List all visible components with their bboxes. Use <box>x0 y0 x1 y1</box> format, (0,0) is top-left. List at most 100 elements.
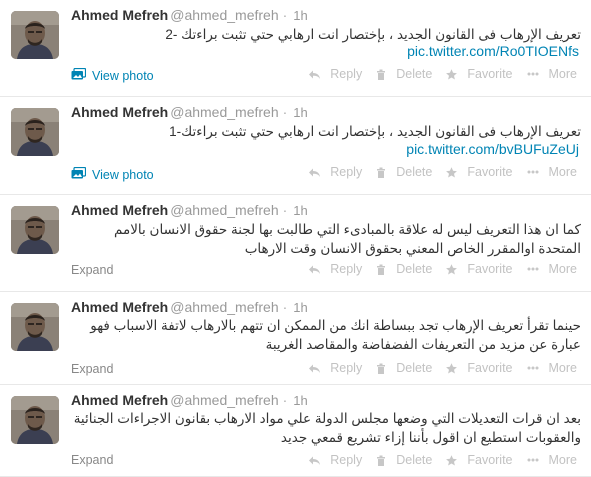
more-icon <box>527 170 544 174</box>
username[interactable]: @ahmed_mefreh <box>170 7 278 23</box>
timestamp[interactable]: 1h <box>293 300 307 315</box>
reply-label: Reply <box>330 165 363 179</box>
view-photo-label: View photo <box>92 68 154 83</box>
timestamp[interactable]: 1h <box>293 203 307 218</box>
expand-link[interactable]: Expand <box>71 263 113 277</box>
favorite-icon <box>446 68 462 80</box>
avatar[interactable] <box>11 11 59 59</box>
tweet[interactable]: Ahmed Mefreh @ahmed_mefreh · 1h تعريف الإرها… <box>0 0 591 97</box>
reply-button[interactable]: Reply <box>309 453 362 467</box>
tweet[interactable]: Ahmed Mefreh @ahmed_mefreh · 1h حينما تقرأ ت… <box>0 292 591 385</box>
reply-button[interactable]: Reply <box>309 262 362 276</box>
reply-label: Reply <box>330 361 363 375</box>
favorite-button[interactable]: Favorite <box>446 165 513 179</box>
timestamp[interactable]: 1h <box>293 105 307 120</box>
username[interactable]: @ahmed_mefreh <box>170 392 278 408</box>
more-button[interactable]: More <box>527 262 577 276</box>
reply-icon <box>309 168 325 177</box>
tweet[interactable]: Ahmed Mefreh @ahmed_mefreh · 1h بعد ان قرات … <box>0 385 591 477</box>
favorite-label: Favorite <box>467 67 513 81</box>
username[interactable]: @ahmed_mefreh <box>170 104 278 120</box>
image-icon <box>71 166 87 182</box>
delete-button[interactable]: Delete <box>376 361 432 375</box>
avatar[interactable] <box>11 303 59 351</box>
fullname[interactable]: Ahmed Mefreh <box>71 202 168 218</box>
delete-icon <box>376 363 391 374</box>
delete-button[interactable]: Delete <box>376 165 432 179</box>
separator: · <box>282 392 288 408</box>
delete-label: Delete <box>396 262 433 276</box>
delete-button[interactable]: Delete <box>376 453 432 467</box>
view-photo-link[interactable]: View photo <box>71 166 154 182</box>
more-label: More <box>548 453 577 467</box>
tweet-actions: Reply Delete Favorite More <box>295 67 577 81</box>
timestamp[interactable]: 1h <box>293 393 307 408</box>
reply-icon <box>309 70 325 79</box>
tweet-actions: Reply Delete Favorite More <box>295 453 577 467</box>
tweet-text: كما ان هذا التعريف ليس له علاقة بالمبادى… <box>114 222 581 256</box>
more-button[interactable]: More <box>527 453 577 467</box>
reply-label: Reply <box>330 262 363 276</box>
avatar[interactable] <box>11 206 59 254</box>
reply-icon <box>309 265 325 274</box>
separator: · <box>282 7 288 23</box>
separator: · <box>282 104 288 120</box>
favorite-label: Favorite <box>467 361 513 375</box>
delete-button[interactable]: Delete <box>376 262 432 276</box>
favorite-button[interactable]: Favorite <box>446 453 513 467</box>
favorite-icon <box>446 166 462 178</box>
delete-icon <box>376 264 391 275</box>
fullname[interactable]: Ahmed Mefreh <box>71 299 168 315</box>
tweet-actions: Reply Delete Favorite More <box>295 165 577 179</box>
view-photo-link[interactable]: View photo <box>71 67 154 83</box>
tweet-header: Ahmed Mefreh @ahmed_mefreh · 1h <box>71 7 308 25</box>
tweet-link[interactable]: pic.twitter.com/Ro0TIOENfs <box>407 43 579 59</box>
avatar[interactable] <box>11 108 59 156</box>
tweet-actions: Reply Delete Favorite More <box>295 262 577 276</box>
more-button[interactable]: More <box>527 361 577 375</box>
favorite-button[interactable]: Favorite <box>446 67 513 81</box>
delete-icon <box>376 167 391 178</box>
more-button[interactable]: More <box>527 67 577 81</box>
more-button[interactable]: More <box>527 165 577 179</box>
favorite-label: Favorite <box>467 165 513 179</box>
delete-button[interactable]: Delete <box>376 67 432 81</box>
expand-link[interactable]: Expand <box>71 453 113 467</box>
separator: · <box>282 202 288 218</box>
tweet-text: حينما تقرأ تعريف الإرهاب تجد ببساطة انك … <box>90 318 581 352</box>
reply-button[interactable]: Reply <box>309 67 362 81</box>
tweet[interactable]: Ahmed Mefreh @ahmed_mefreh · 1h تعريف الإرها… <box>0 97 591 195</box>
avatar[interactable] <box>11 396 59 444</box>
tweet-text: تعريف الإرهاب فى القانون الجديد ، بإختصا… <box>169 124 581 139</box>
expand-link[interactable]: Expand <box>71 362 113 376</box>
favorite-icon <box>446 362 462 374</box>
timestamp[interactable]: 1h <box>293 8 307 23</box>
username[interactable]: @ahmed_mefreh <box>170 299 278 315</box>
more-label: More <box>548 262 577 276</box>
favorite-label: Favorite <box>467 262 513 276</box>
more-icon <box>527 458 544 462</box>
reply-button[interactable]: Reply <box>309 361 362 375</box>
more-icon <box>527 267 544 271</box>
fullname[interactable]: Ahmed Mefreh <box>71 392 168 408</box>
reply-icon <box>309 364 325 373</box>
fullname[interactable]: Ahmed Mefreh <box>71 7 168 23</box>
delete-label: Delete <box>396 67 433 81</box>
favorite-button[interactable]: Favorite <box>446 262 513 276</box>
view-photo-label: View photo <box>92 167 154 182</box>
more-label: More <box>548 361 577 375</box>
reply-label: Reply <box>330 67 363 81</box>
favorite-icon <box>446 263 462 275</box>
reply-button[interactable]: Reply <box>309 165 362 179</box>
image-icon <box>71 67 87 83</box>
favorite-icon <box>446 454 462 466</box>
more-icon <box>527 72 544 76</box>
favorite-button[interactable]: Favorite <box>446 361 513 375</box>
more-icon <box>527 366 544 370</box>
delete-label: Delete <box>396 361 433 375</box>
username[interactable]: @ahmed_mefreh <box>170 202 278 218</box>
fullname[interactable]: Ahmed Mefreh <box>71 104 168 120</box>
tweet-link[interactable]: pic.twitter.com/bvBUFuZeUj <box>406 141 579 157</box>
reply-icon <box>309 456 325 465</box>
tweet[interactable]: Ahmed Mefreh @ahmed_mefreh · 1h كما ان هذا ا… <box>0 195 591 292</box>
